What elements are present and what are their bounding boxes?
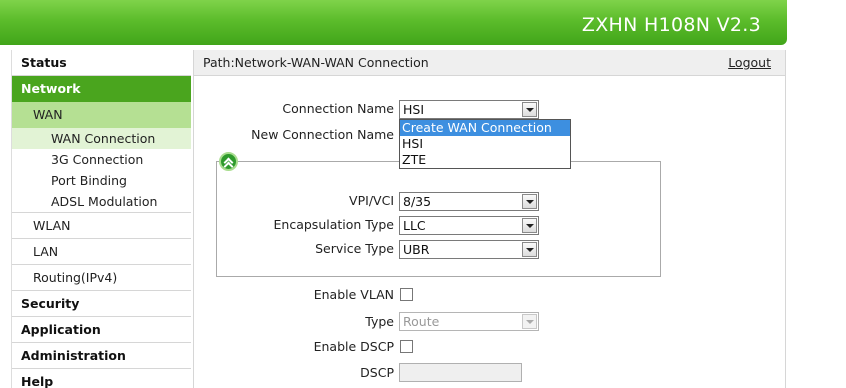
collapse-icon[interactable]	[219, 152, 238, 171]
sidebar-item-wlan[interactable]: WLAN	[12, 213, 191, 239]
path-bar: Path:Network-WAN-WAN Connection Logout	[194, 50, 785, 76]
enable-vlan-label: Enable VLAN	[313, 287, 394, 302]
vpi-vci-value: 8/35	[403, 194, 432, 209]
main-panel: Path:Network-WAN-WAN Connection Logout C…	[193, 50, 786, 388]
sidebar-item-adsl-modulation[interactable]: ADSL Modulation	[12, 191, 191, 213]
dscp-input[interactable]	[399, 363, 522, 382]
sidebar-item-routing[interactable]: Routing(IPv4)	[12, 265, 191, 291]
sidebar-item-network[interactable]: Network	[12, 76, 191, 102]
enable-dscp-checkbox[interactable]	[400, 340, 413, 353]
chevron-down-icon	[522, 218, 537, 233]
chevron-down-icon	[522, 194, 537, 209]
sidebar-item-security[interactable]: Security	[12, 291, 191, 317]
header-banner: ZXHN H108N V2.3	[0, 0, 787, 45]
encapsulation-type-label: Encapsulation Type	[273, 217, 394, 232]
enable-vlan-checkbox[interactable]	[400, 288, 413, 301]
connection-name-label: Connection Name	[282, 101, 394, 116]
sidebar-item-help[interactable]: Help	[12, 369, 191, 388]
sidebar-item-3g-connection[interactable]: 3G Connection	[12, 149, 191, 170]
sidebar-item-status[interactable]: Status	[12, 50, 191, 76]
type-select[interactable]: Route	[399, 312, 539, 331]
service-type-select[interactable]: UBR	[399, 240, 539, 259]
new-connection-name-label: New Connection Name	[251, 127, 394, 142]
encapsulation-type-value: LLC	[403, 218, 426, 233]
sidebar-item-administration[interactable]: Administration	[12, 343, 191, 369]
enable-dscp-label: Enable DSCP	[313, 339, 394, 354]
service-type-label: Service Type	[315, 241, 394, 256]
logout-link[interactable]: Logout	[728, 55, 771, 70]
dropdown-option-zte[interactable]: ZTE	[400, 152, 570, 168]
type-value: Route	[403, 314, 440, 329]
dropdown-option-hsi[interactable]: HSI	[400, 136, 570, 152]
sidebar-item-port-binding[interactable]: Port Binding	[12, 170, 191, 191]
dscp-label: DSCP	[360, 365, 394, 380]
model-title: ZXHN H108N V2.3	[581, 14, 761, 36]
sidebar-item-wan-connection[interactable]: WAN Connection	[12, 128, 191, 149]
connection-name-select[interactable]: HSI	[399, 100, 539, 119]
chevron-down-icon	[522, 314, 537, 329]
encapsulation-type-select[interactable]: LLC	[399, 216, 539, 235]
connection-name-dropdown: Create WAN Connection HSI ZTE	[399, 119, 571, 169]
type-label: Type	[365, 314, 394, 329]
vpi-vci-label: VPI/VCI	[349, 193, 394, 208]
sidebar-item-wan[interactable]: WAN	[12, 102, 191, 128]
breadcrumb: Path:Network-WAN-WAN Connection	[203, 55, 429, 70]
vpi-vci-select[interactable]: 8/35	[399, 192, 539, 211]
service-type-value: UBR	[403, 242, 430, 257]
sidebar-item-application[interactable]: Application	[12, 317, 191, 343]
chevron-down-icon	[522, 102, 537, 117]
chevron-down-icon	[522, 242, 537, 257]
sidebar: Status Network WAN WAN Connection 3G Con…	[11, 50, 191, 388]
sidebar-item-lan[interactable]: LAN	[12, 239, 191, 265]
dropdown-option-create[interactable]: Create WAN Connection	[400, 120, 570, 136]
connection-name-value: HSI	[403, 102, 425, 117]
